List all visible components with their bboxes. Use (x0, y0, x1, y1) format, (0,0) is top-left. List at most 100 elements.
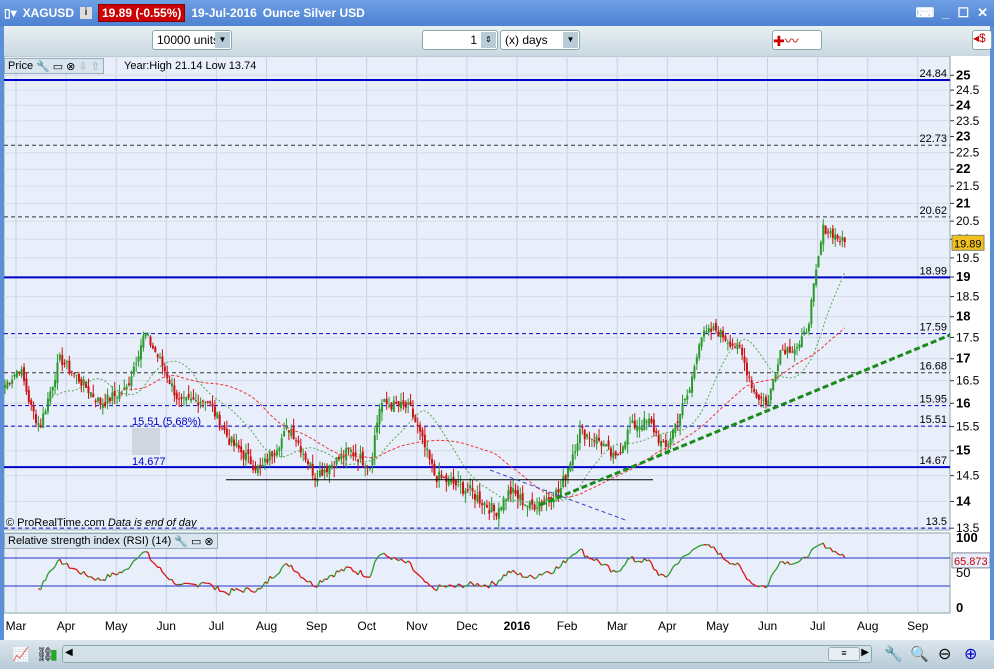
symbol[interactable]: XAGUSD (23, 6, 74, 20)
scroll-thumb[interactable]: ≡ (828, 647, 860, 661)
info-icon[interactable]: i (79, 7, 92, 19)
candle-body (483, 502, 486, 506)
side-panel-toggle[interactable]: ◂$ (972, 30, 992, 50)
period-unit-select[interactable]: (x) days ▼ (500, 30, 580, 50)
candle-body (111, 392, 114, 402)
candle-body (478, 491, 481, 504)
window-icon[interactable]: ▭ (191, 535, 201, 548)
rsi-line-segment (200, 581, 204, 584)
y-tick-label: 20.5 (956, 214, 980, 228)
candle-body (471, 487, 474, 492)
move-up-icon[interactable]: ⇧ (91, 60, 100, 73)
wrench-icon[interactable]: 🔧 (36, 60, 50, 73)
move-down-icon[interactable]: ⇩ (78, 60, 87, 73)
close-icon[interactable]: ⊗ (204, 535, 213, 548)
export-icon[interactable]: 📈 (12, 646, 29, 663)
candle-body (104, 402, 107, 406)
candle-body (357, 459, 360, 462)
settings-icon[interactable]: 🔧 (884, 645, 903, 663)
candle-body (691, 376, 694, 393)
period-stepper[interactable]: 1 ⇕ (422, 30, 498, 50)
candle-body (249, 456, 252, 465)
scroll-left-icon[interactable]: ◀ (65, 647, 73, 658)
minimize-button[interactable]: _ (942, 5, 949, 21)
x-tick-label: Apr (57, 619, 76, 633)
maximize-button[interactable]: ☐ (957, 5, 969, 21)
zoom-out-icon[interactable]: ⊖ (938, 644, 951, 664)
x-tick-label: Apr (658, 619, 677, 633)
y-tick-label: 17.5 (956, 330, 980, 344)
candle-body (602, 444, 605, 447)
close-icon[interactable]: ⊗ (66, 60, 75, 73)
scroll-right-icon[interactable]: ▶ (861, 647, 869, 658)
indicators-button[interactable]: ✚〰 (772, 30, 822, 50)
x-tick-label: 2016 (504, 619, 531, 633)
candle-body (521, 493, 524, 506)
candle-body (278, 447, 281, 451)
price-chart[interactable]: Mar Apr May Jun Jul Aug Sep Oct Nov Dec 2016 Feb Mar… (3, 55, 991, 640)
chart-indicators-icon: ✚〰 (773, 33, 799, 49)
candle-body (454, 480, 457, 486)
candle-body (318, 470, 321, 477)
keyboard-icon[interactable]: ⌨ (915, 5, 934, 21)
candle-body (562, 476, 565, 487)
candle-body (216, 412, 219, 418)
candle-body (533, 504, 536, 510)
rsi-line-segment (345, 566, 349, 569)
candle-body (51, 386, 54, 391)
candle-body (58, 354, 61, 360)
candle-body (34, 414, 37, 424)
chart-area[interactable]: Mar Apr May Jun Jul Aug Sep Oct Nov Dec 2016 Feb Mar… (3, 55, 991, 640)
candle-body (784, 349, 787, 355)
level-label: 13.5 (926, 516, 947, 528)
candle-body (657, 434, 660, 444)
candle-body (822, 224, 825, 245)
candle-body (345, 448, 348, 461)
candle-body (786, 347, 789, 353)
candle-body (578, 429, 581, 443)
candle-body (502, 497, 505, 511)
candle-body (178, 398, 181, 400)
close-button[interactable]: ✕ (977, 5, 988, 21)
candle-body (416, 424, 419, 427)
level-label: 15.95 (919, 394, 947, 406)
level-label: 16.68 (919, 361, 947, 373)
copyright: © ProRealTime.com (6, 517, 105, 529)
copyright-note: © ProRealTime.com Data is end of day (6, 517, 197, 529)
stepper-arrows-icon[interactable]: ⇕ (481, 32, 496, 48)
rsi-legend: Relative strength index (RSI) (14) 🔧 ▭ ⊗ (4, 533, 218, 549)
chevron-down-icon[interactable]: ▼ (215, 32, 230, 48)
candle-body (636, 426, 639, 432)
candle-body (717, 331, 720, 337)
candle-body (495, 512, 498, 517)
chevron-down-icon[interactable]: ▼ (563, 32, 578, 48)
candle-body (419, 424, 422, 432)
candle-style-icon[interactable]: ▮ (50, 646, 58, 663)
candle-body (631, 420, 634, 424)
wrench-icon[interactable]: 🔧 (174, 535, 188, 548)
candle-body (724, 335, 727, 341)
units-select[interactable]: 10000 units ▼ (152, 30, 232, 50)
rsi-line-segment (684, 554, 688, 557)
zoom-fit-icon[interactable]: 🔍 (910, 645, 929, 663)
candle-body (132, 366, 135, 375)
y-tick-label: 21.5 (956, 179, 980, 193)
candle-body (807, 324, 810, 332)
candle-body (652, 419, 655, 433)
candle-body (335, 457, 338, 465)
x-tick-label: Sep (907, 619, 929, 633)
candle-body (254, 466, 257, 471)
candle-body (588, 437, 591, 439)
candle-body (295, 440, 298, 442)
candle-body (464, 490, 467, 494)
candle-body (407, 402, 410, 405)
candle-body (497, 508, 500, 519)
level-label: 14.67 (919, 455, 947, 467)
candle-body (748, 376, 751, 378)
candle-body (261, 464, 264, 466)
window-icon[interactable]: ▭ (53, 60, 63, 73)
horizontal-scrollbar[interactable]: ◀ ≡ ▶ (62, 645, 872, 663)
candlestick-icon[interactable]: ▯▾ (4, 6, 17, 20)
candle-body (218, 414, 221, 429)
zoom-in-icon[interactable]: ⊕ (964, 644, 977, 664)
